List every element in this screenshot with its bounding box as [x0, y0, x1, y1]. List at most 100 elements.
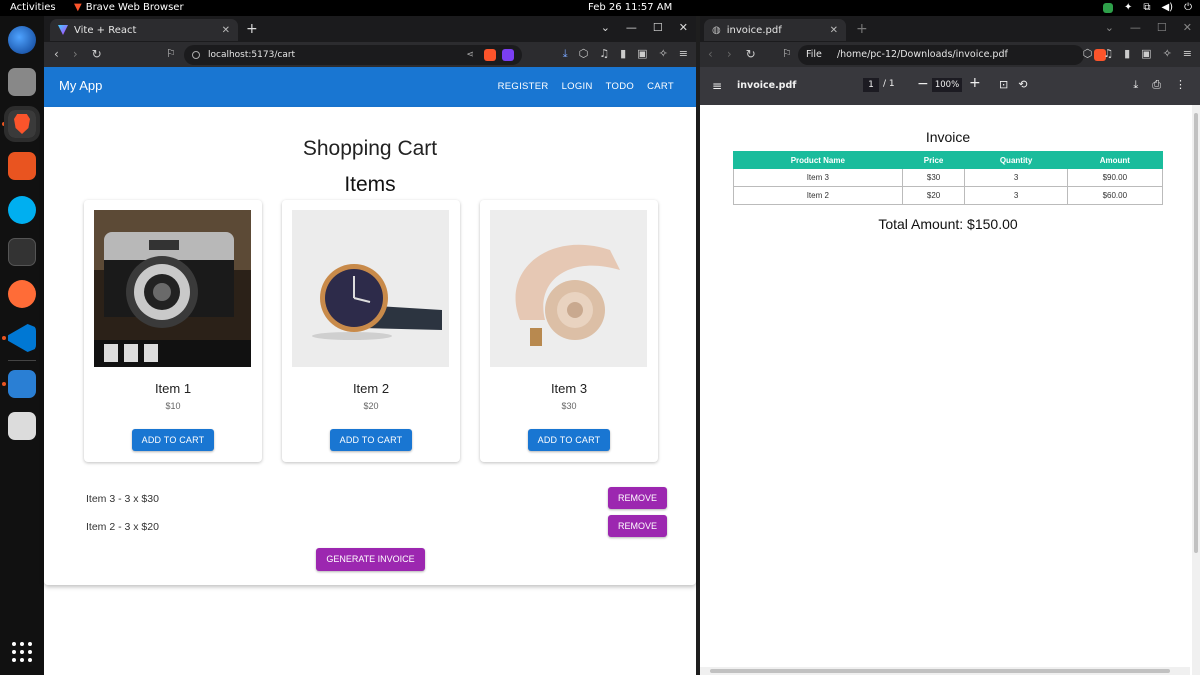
minimize-button[interactable]: — [1130, 21, 1141, 34]
tab-invoice-pdf[interactable]: ◍ invoice.pdf ✕ [704, 19, 846, 41]
files-icon[interactable] [8, 68, 36, 96]
product-card: Item 2 $20 ADD TO CART [282, 200, 460, 462]
vertical-scrollbar[interactable] [1192, 105, 1200, 675]
postman-icon[interactable] [8, 280, 36, 308]
page-number-input[interactable]: 1 [863, 78, 879, 92]
wallet-icon[interactable]: ▣ [1141, 47, 1151, 60]
product-card: Item 1 $10 ADD TO CART [84, 200, 262, 462]
close-window-button[interactable]: ✕ [1183, 21, 1192, 34]
writer-document-icon[interactable] [8, 370, 36, 398]
address-bar[interactable]: localhost:5173/cart ⋖ [184, 45, 522, 65]
close-tab-icon[interactable]: ✕ [222, 25, 230, 36]
product-name: Item 1 [154, 381, 192, 396]
tab-vite-react[interactable]: Vite + React ✕ [50, 19, 238, 41]
new-tab-button[interactable]: + [856, 21, 868, 37]
zoom-in-icon[interactable]: + [969, 75, 981, 91]
terminal-icon[interactable] [8, 238, 36, 266]
brave-browser-icon[interactable] [4, 106, 40, 142]
brave-lion-icon: ▼ [74, 2, 82, 13]
pdf-filename: invoice.pdf [737, 80, 797, 91]
page-total: / 1 [883, 79, 895, 89]
focused-app-indicator[interactable]: ▼ Brave Web Browser [74, 0, 184, 16]
accessibility-icon[interactable]: ✦ [1124, 0, 1132, 16]
menu-icon[interactable]: ≡ [679, 47, 688, 61]
software-center-icon[interactable] [8, 152, 36, 180]
brave-shields-icon[interactable] [484, 49, 496, 61]
zoom-out-icon[interactable]: − [917, 76, 929, 92]
nav-cart[interactable]: CART [647, 81, 674, 92]
nav-todo[interactable]: TODO [606, 81, 634, 92]
close-tab-icon[interactable]: ✕ [830, 25, 838, 36]
wallet-icon[interactable]: ▣ [637, 47, 647, 61]
menu-icon[interactable]: ≡ [1183, 47, 1192, 60]
extensions-icon[interactable]: ⬡ [1083, 47, 1093, 60]
clock[interactable]: Feb 26 11:57 AM [588, 0, 672, 16]
media-icon[interactable]: ♫ [599, 47, 609, 61]
media-icon[interactable]: ♫ [1103, 47, 1113, 60]
nav-register[interactable]: REGISTER [498, 81, 549, 92]
extensions-icon[interactable]: ⬡ [579, 47, 589, 61]
app-brand[interactable]: My App [59, 78, 102, 93]
back-icon[interactable]: ‹ [54, 47, 59, 61]
running-indicator [2, 122, 6, 126]
trash-icon[interactable] [8, 412, 36, 440]
close-window-button[interactable]: ✕ [679, 21, 688, 34]
maximize-button[interactable]: ☐ [653, 21, 663, 34]
network-icon[interactable]: ⧉ [1143, 0, 1150, 16]
maximize-button[interactable]: ☐ [1157, 21, 1167, 34]
thunderbird-icon[interactable] [8, 26, 36, 54]
column-header: Quantity [964, 151, 1068, 169]
remove-button[interactable]: REMOVE [608, 515, 667, 537]
skype-icon[interactable] [8, 196, 36, 224]
minimize-button[interactable]: — [626, 21, 637, 34]
forward-icon[interactable]: › [73, 47, 78, 61]
column-header: Amount [1066, 151, 1164, 169]
bookmark-icon[interactable]: ⚐ [782, 47, 792, 60]
activities-button[interactable]: Activities [10, 0, 56, 16]
volume-icon[interactable]: ◀) [1161, 0, 1173, 16]
print-icon[interactable]: ⎙ [1152, 78, 1161, 92]
vscode-icon[interactable] [8, 324, 36, 352]
product-card: Item 3 $30 ADD TO CART [480, 200, 658, 462]
more-options-icon[interactable]: ⋮ [1175, 78, 1186, 92]
add-to-cart-button[interactable]: ADD TO CART [528, 429, 610, 451]
share-icon[interactable]: ⋖ [466, 45, 474, 65]
leo-ai-icon[interactable]: ✧ [659, 47, 668, 61]
hamburger-menu-icon[interactable]: ≡ [712, 79, 722, 93]
brave-rewards-icon[interactable] [502, 49, 514, 61]
system-top-bar: Activities ▼ Brave Web Browser Feb 26 11… [0, 0, 1200, 16]
sidebar-icon[interactable]: ▮ [620, 47, 626, 61]
system-tray[interactable]: ✦ ⧉ ◀) ⏻ [1102, 0, 1192, 16]
download-icon[interactable]: ⤓ [563, 47, 568, 61]
reload-icon[interactable]: ↻ [92, 47, 102, 61]
leo-ai-icon[interactable]: ✧ [1163, 47, 1172, 60]
add-to-cart-button[interactable]: ADD TO CART [132, 429, 214, 451]
cart-line-text: Item 3 - 3 x $30 [86, 493, 159, 505]
forward-icon[interactable]: › [727, 47, 732, 61]
shield-status-icon[interactable] [1102, 3, 1113, 13]
show-apps-icon[interactable] [12, 642, 32, 662]
sidebar-icon[interactable]: ▮ [1124, 47, 1130, 60]
chevron-down-icon[interactable]: ⌄ [1105, 21, 1114, 34]
chevron-down-icon[interactable]: ⌄ [601, 21, 610, 34]
remove-button[interactable]: REMOVE [608, 487, 667, 509]
download-icon[interactable]: ⤓ [1133, 78, 1138, 92]
nav-login[interactable]: LOGIN [562, 81, 593, 92]
reload-icon[interactable]: ↻ [746, 47, 756, 61]
add-to-cart-button[interactable]: ADD TO CART [330, 429, 412, 451]
invoice-table: Product Name Price Quantity Amount Item … [733, 151, 1164, 205]
tab-title: invoice.pdf [726, 24, 782, 36]
fit-page-icon[interactable]: ⊡ [999, 78, 1008, 91]
app-nav: REGISTER LOGIN TODO CART [498, 81, 674, 92]
rotate-icon[interactable]: ⟲ [1018, 78, 1027, 91]
back-icon[interactable]: ‹ [708, 47, 713, 61]
new-tab-button[interactable]: + [246, 21, 258, 37]
power-icon[interactable]: ⏻ [1184, 0, 1192, 16]
zoom-level[interactable]: 100% [932, 78, 962, 92]
site-info-icon[interactable] [192, 51, 200, 59]
address-bar[interactable]: File /home/pc-12/Downloads/invoice.pdf [798, 45, 1106, 65]
horizontal-scrollbar[interactable] [700, 667, 1190, 675]
generate-invoice-button[interactable]: GENERATE INVOICE [316, 548, 425, 571]
invoice-title: Invoice [925, 129, 971, 145]
bookmark-icon[interactable]: ⚐ [166, 47, 176, 60]
